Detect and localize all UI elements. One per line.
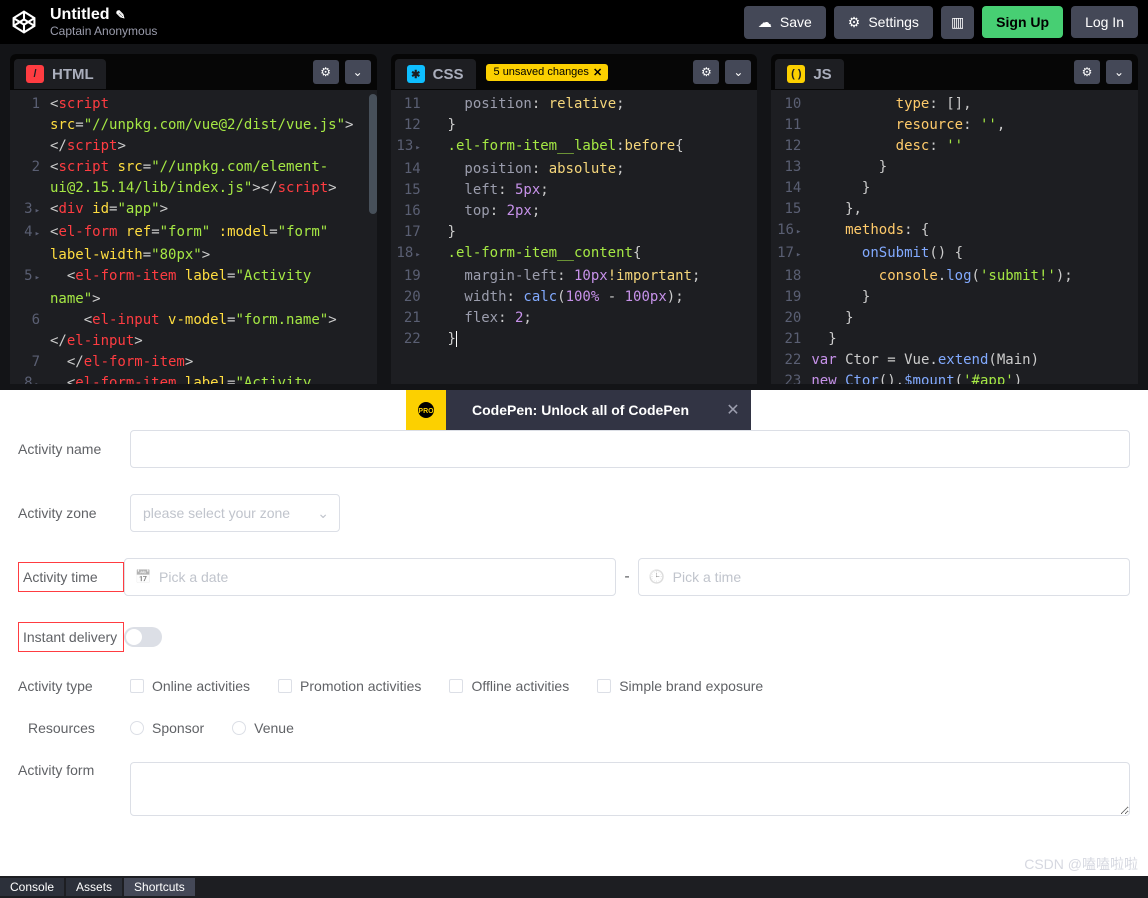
- console-tab[interactable]: Console: [0, 878, 64, 896]
- instant-delivery-switch[interactable]: [124, 627, 162, 647]
- promo-text[interactable]: CodePen: Unlock all of CodePen: [446, 402, 715, 418]
- label-activity-type: Activity type: [18, 678, 130, 694]
- pen-author: Captain Anonymous: [50, 24, 736, 38]
- close-icon[interactable]: ✕: [593, 66, 602, 79]
- shortcuts-tab[interactable]: Shortcuts: [124, 878, 195, 896]
- activity-zone-select[interactable]: please select your zone: [130, 494, 340, 532]
- time-picker[interactable]: Pick a time: [638, 558, 1130, 596]
- js-tab[interactable]: ( )JS: [775, 59, 843, 89]
- login-button[interactable]: Log In: [1071, 6, 1138, 38]
- html-settings-icon[interactable]: ⚙: [313, 60, 339, 84]
- chk-option[interactable]: Promotion activities: [278, 678, 421, 694]
- js-code-area[interactable]: 10 type: [],11 resource: '',12 desc: ''1…: [771, 90, 1138, 384]
- html-icon: /: [26, 65, 44, 83]
- label-activity-zone: Activity zone: [18, 505, 130, 521]
- css-editor: ✱CSS 5 unsaved changes✕ ⚙⌄ 11 position: …: [391, 54, 758, 384]
- topbar: Untitled ✎ Captain Anonymous ☁Save ⚙Setti…: [0, 0, 1148, 44]
- layout-button[interactable]: ▥: [941, 6, 974, 39]
- css-icon: ✱: [407, 65, 425, 83]
- output-pane: Activity name Activity zone please selec…: [0, 390, 1148, 876]
- pen-title[interactable]: Untitled: [50, 6, 110, 24]
- gear-icon: ⚙: [848, 14, 861, 31]
- chk-option[interactable]: Online activities: [130, 678, 250, 694]
- resources-group: Sponsor Venue: [130, 720, 1130, 736]
- chk-option[interactable]: Offline activities: [449, 678, 569, 694]
- editors-row: /HTML ⚙⌄ 1<scriptsrc="//unpkg.com/vue@2/…: [0, 44, 1148, 384]
- label-activity-form: Activity form: [18, 762, 130, 778]
- date-picker[interactable]: Pick a date: [124, 558, 616, 596]
- activity-name-input[interactable]: [130, 430, 1130, 468]
- activity-form-textarea[interactable]: [130, 762, 1130, 816]
- promo-banner: PRO CodePen: Unlock all of CodePen ✕: [406, 390, 751, 430]
- css-chevron-down-icon[interactable]: ⌄: [725, 60, 751, 84]
- label-activity-name: Activity name: [18, 441, 130, 457]
- signup-button[interactable]: Sign Up: [982, 6, 1063, 38]
- layout-icon: ▥: [951, 14, 964, 31]
- cloud-icon: ☁: [758, 14, 772, 31]
- pen-title-block: Untitled ✎ Captain Anonymous: [50, 6, 736, 38]
- label-resources: Resources: [18, 720, 130, 736]
- html-scrollbar[interactable]: [369, 94, 377, 214]
- html-code-area[interactable]: 1<scriptsrc="//unpkg.com/vue@2/dist/vue.…: [10, 90, 377, 384]
- edit-title-icon[interactable]: ✎: [116, 8, 126, 22]
- date-separator: -: [624, 568, 629, 586]
- settings-button[interactable]: ⚙Settings: [834, 6, 933, 39]
- pro-badge-icon: PRO: [406, 390, 446, 430]
- watermark: CSDN @嗑嗑啦啦: [1024, 854, 1138, 874]
- promo-close-icon[interactable]: ✕: [715, 400, 751, 420]
- rad-option[interactable]: Venue: [232, 720, 294, 736]
- label-activity-time: Activity time: [18, 562, 124, 592]
- css-tab[interactable]: ✱CSS: [395, 59, 476, 89]
- css-code-area[interactable]: 11 position: relative;12 }13 .el-form-it…: [391, 90, 758, 384]
- assets-tab[interactable]: Assets: [66, 878, 122, 896]
- footer-bar: Console Assets Shortcuts: [0, 876, 1148, 898]
- svg-text:PRO: PRO: [418, 408, 434, 415]
- activity-type-group: Online activities Promotion activities Off…: [130, 678, 1130, 694]
- js-settings-icon[interactable]: ⚙: [1074, 60, 1100, 84]
- html-editor: /HTML ⚙⌄ 1<scriptsrc="//unpkg.com/vue@2/…: [10, 54, 377, 384]
- html-chevron-down-icon[interactable]: ⌄: [345, 60, 371, 84]
- html-tab[interactable]: /HTML: [14, 59, 106, 89]
- unsaved-badge[interactable]: 5 unsaved changes✕: [486, 64, 609, 81]
- label-instant-delivery: Instant delivery: [18, 622, 124, 652]
- css-settings-icon[interactable]: ⚙: [693, 60, 719, 84]
- save-button[interactable]: ☁Save: [744, 6, 826, 39]
- js-editor: ( )JS ⚙⌄ 10 type: [],11 resource: '',12 …: [771, 54, 1138, 384]
- codepen-logo-icon[interactable]: [10, 8, 38, 36]
- js-chevron-down-icon[interactable]: ⌄: [1106, 60, 1132, 84]
- js-icon: ( ): [787, 65, 805, 83]
- chk-option[interactable]: Simple brand exposure: [597, 678, 763, 694]
- rad-option[interactable]: Sponsor: [130, 720, 204, 736]
